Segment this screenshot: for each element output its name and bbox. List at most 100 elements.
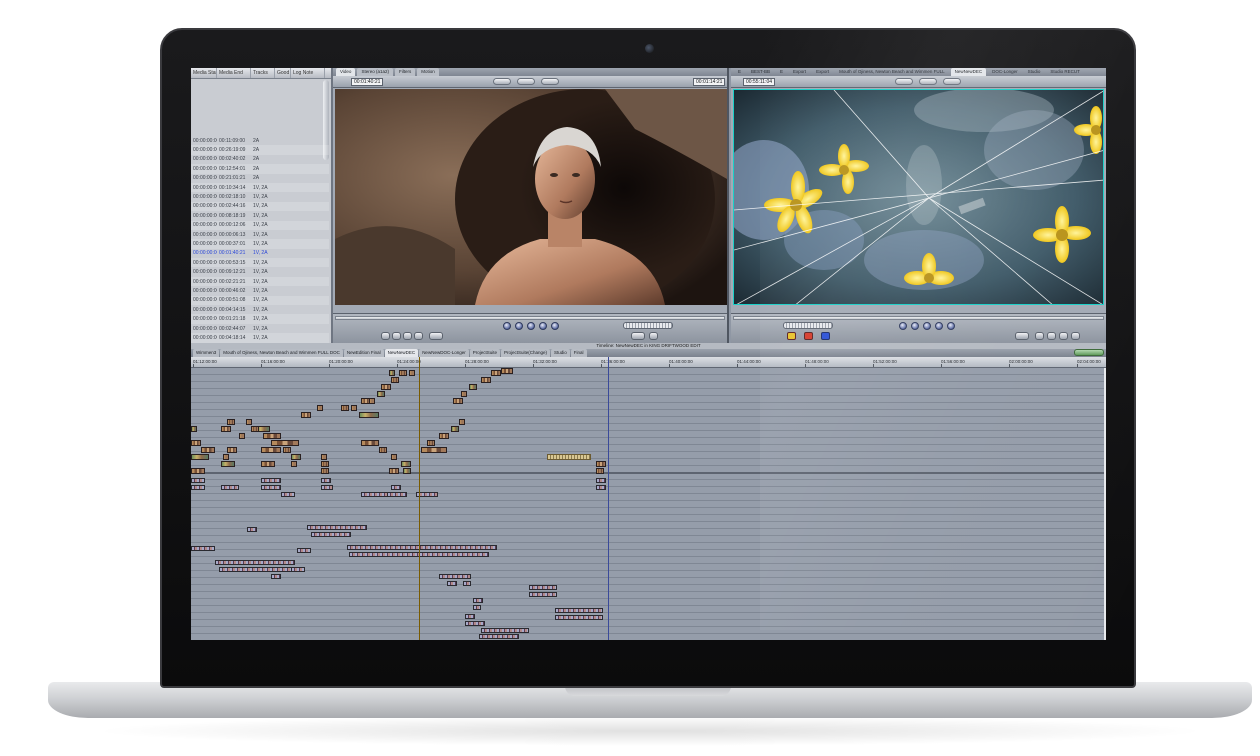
browser-clip-row[interactable]: 00:00:00:00 00:11:09:00 2A bbox=[191, 136, 329, 145]
add-marker-icon[interactable] bbox=[414, 332, 423, 340]
timeline-tab[interactable]: NewNewDOC-Longer bbox=[419, 349, 469, 357]
canvas-add-keyframe-icon[interactable] bbox=[1047, 332, 1056, 340]
timeline-audio-clip[interactable] bbox=[321, 478, 331, 483]
canvas-step-back-icon[interactable] bbox=[911, 322, 919, 330]
timeline-video-clip[interactable] bbox=[359, 412, 379, 418]
timeline-audio-clip[interactable] bbox=[391, 485, 401, 490]
browser-clip-row[interactable]: 00:00:00:00 00:02:21:21 1V, 2A bbox=[191, 276, 329, 287]
timeline-tab[interactable]: NewNewDEC bbox=[384, 349, 419, 357]
timeline-video-clip[interactable] bbox=[191, 468, 205, 474]
viewer-scrubber[interactable] bbox=[335, 316, 725, 320]
timeline-ruler[interactable]: 01:12:00:00 01:16:00:00 01:20:00:00 01:24:0… bbox=[191, 357, 1106, 368]
browser-clip-row[interactable]: 00:00:00:00 00:01:40:21 1V, 2A bbox=[191, 249, 329, 258]
timeline-video-clip[interactable] bbox=[361, 440, 379, 446]
browser-clip-row[interactable]: 00:00:00:00 00:26:19:09 2A bbox=[191, 145, 329, 155]
timeline-video-clip[interactable] bbox=[491, 370, 501, 376]
browser-clip-row[interactable]: 00:00:00:00 00:04:18:14 1V, 2A bbox=[191, 333, 329, 343]
timeline-audio-clip[interactable] bbox=[465, 614, 475, 619]
tab-stereo[interactable]: Stereo (a1a2) bbox=[357, 68, 393, 76]
timeline-video-clip[interactable] bbox=[391, 377, 399, 383]
canvas-match-frame-icon[interactable] bbox=[1071, 332, 1080, 340]
column-log-note[interactable]: Log Note bbox=[291, 68, 325, 78]
timeline-audio-clip[interactable] bbox=[307, 525, 367, 530]
timeline-scrollbar[interactable] bbox=[1104, 368, 1106, 640]
timeline-video-clip[interactable] bbox=[481, 377, 491, 383]
timeline-audio-clip[interactable] bbox=[347, 545, 497, 550]
timeline-video-clip[interactable] bbox=[221, 426, 231, 432]
browser-clip-row[interactable]: 00:00:00:00 00:09:12:21 1V, 2A bbox=[191, 267, 329, 276]
timeline-tab[interactable]: Studio bbox=[551, 349, 570, 357]
browser-clip-row[interactable]: 00:00:00:00 00:21:01:21 2A bbox=[191, 174, 329, 183]
timeline-video-clip[interactable] bbox=[369, 398, 375, 404]
timeline-video-clip[interactable] bbox=[227, 447, 237, 453]
timeline-audio-clip[interactable] bbox=[555, 608, 603, 613]
tab-video[interactable]: Video bbox=[336, 68, 356, 76]
timeline-video-clip[interactable] bbox=[401, 461, 411, 467]
canvas-tab[interactable]: Studio bbox=[1024, 68, 1045, 76]
viewer-view-popup[interactable] bbox=[517, 78, 535, 85]
browser-clip-row[interactable]: 00:00:00:00 00:02:40:02 2A bbox=[191, 155, 329, 164]
timeline-audio-clip[interactable] bbox=[465, 621, 485, 626]
canvas-tab[interactable]: Export bbox=[789, 68, 810, 76]
browser-clip-row[interactable]: 00:00:00:00 00:00:51:08 1V, 2A bbox=[191, 295, 329, 306]
timeline-video-clip[interactable] bbox=[389, 468, 399, 474]
canvas-mark-in-icon[interactable] bbox=[1015, 332, 1029, 340]
timeline-video-clip[interactable] bbox=[351, 405, 357, 411]
timeline-audio-clip[interactable] bbox=[481, 628, 529, 633]
canvas-add-marker-icon[interactable] bbox=[1035, 332, 1044, 340]
timeline-video-clip[interactable] bbox=[409, 370, 415, 376]
browser-clip-row[interactable]: 00:00:00:00 00:00:37:01 1V, 2A bbox=[191, 239, 329, 249]
insert-edit-icon[interactable] bbox=[787, 332, 796, 340]
timeline-video-clip[interactable] bbox=[403, 468, 411, 474]
timeline-video-clip[interactable] bbox=[271, 440, 299, 446]
canvas-tab[interactable]: E bbox=[734, 68, 745, 76]
column-good[interactable]: Good bbox=[275, 68, 291, 78]
timeline-audio-clip[interactable] bbox=[281, 492, 295, 497]
timeline-video-clip[interactable] bbox=[377, 391, 385, 397]
viewer-video-frame[interactable] bbox=[335, 89, 727, 305]
timeline-video-clip[interactable] bbox=[379, 447, 387, 453]
tab-filters[interactable]: Filters bbox=[394, 68, 416, 76]
viewer-duration-timecode[interactable]: 00:01:40:21 bbox=[351, 78, 384, 86]
timeline-audio-clip[interactable] bbox=[191, 485, 205, 490]
timeline-audio-clip[interactable] bbox=[191, 546, 215, 551]
timeline-video-clip[interactable] bbox=[459, 419, 465, 425]
canvas-play-icon[interactable] bbox=[923, 322, 931, 330]
timeline-video-clip[interactable] bbox=[501, 368, 513, 374]
browser-clip-row[interactable]: 00:00:00:00 00:00:06:13 1V, 2A bbox=[191, 230, 329, 239]
timeline-audio-clip[interactable] bbox=[479, 634, 519, 639]
timeline-video-clip[interactable] bbox=[191, 454, 209, 460]
canvas-tab[interactable]: Export bbox=[812, 68, 833, 76]
timeline-video-clip[interactable] bbox=[321, 454, 327, 460]
timeline-video-clip[interactable] bbox=[227, 419, 235, 425]
timeline-video-clip[interactable] bbox=[291, 461, 297, 467]
match-frame-icon[interactable] bbox=[381, 332, 390, 340]
canvas-duration-timecode[interactable]: 00:55:11:04 bbox=[743, 78, 776, 86]
timeline-audio-clip[interactable] bbox=[596, 485, 606, 490]
timeline-audio-clip[interactable] bbox=[387, 492, 407, 497]
browser-clip-row[interactable]: 00:00:00:00 00:00:46:02 1V, 2A bbox=[191, 286, 329, 295]
timeline-audio-clip[interactable] bbox=[529, 592, 557, 597]
timeline-video-clip[interactable] bbox=[301, 412, 311, 418]
column-media-end[interactable]: Media End bbox=[217, 68, 251, 78]
canvas-tab[interactable]: Studio RECUT bbox=[1046, 68, 1084, 76]
step-forward-icon[interactable] bbox=[539, 322, 547, 330]
timeline-video-clip[interactable] bbox=[321, 468, 329, 474]
column-tracks[interactable]: Tracks bbox=[251, 68, 275, 78]
canvas-tab[interactable]: DOC-Longer bbox=[988, 68, 1022, 76]
timeline-video-clip[interactable] bbox=[421, 447, 447, 453]
timeline-audio-clip[interactable] bbox=[261, 478, 281, 483]
timeline-audio-clip[interactable] bbox=[473, 598, 483, 603]
timeline-video-clip[interactable] bbox=[453, 398, 463, 404]
canvas-mark-clip-icon[interactable] bbox=[1059, 332, 1068, 340]
canvas-tab[interactable]: NewNewDEC bbox=[950, 68, 987, 76]
viewer-recent-clips-icon[interactable] bbox=[649, 332, 658, 340]
timeline-video-clip[interactable] bbox=[469, 384, 477, 390]
timeline-tab[interactable]: Final bbox=[570, 349, 587, 357]
timeline-audio-clip[interactable] bbox=[261, 485, 281, 490]
browser-clip-row[interactable]: 00:00:00:00 00:01:21:18 1V, 2A bbox=[191, 314, 329, 324]
add-keyframe-icon[interactable] bbox=[403, 332, 412, 340]
timeline-video-clip[interactable] bbox=[381, 384, 391, 390]
timeline-audio-clip[interactable] bbox=[473, 605, 481, 610]
play-around-icon[interactable] bbox=[551, 322, 559, 330]
